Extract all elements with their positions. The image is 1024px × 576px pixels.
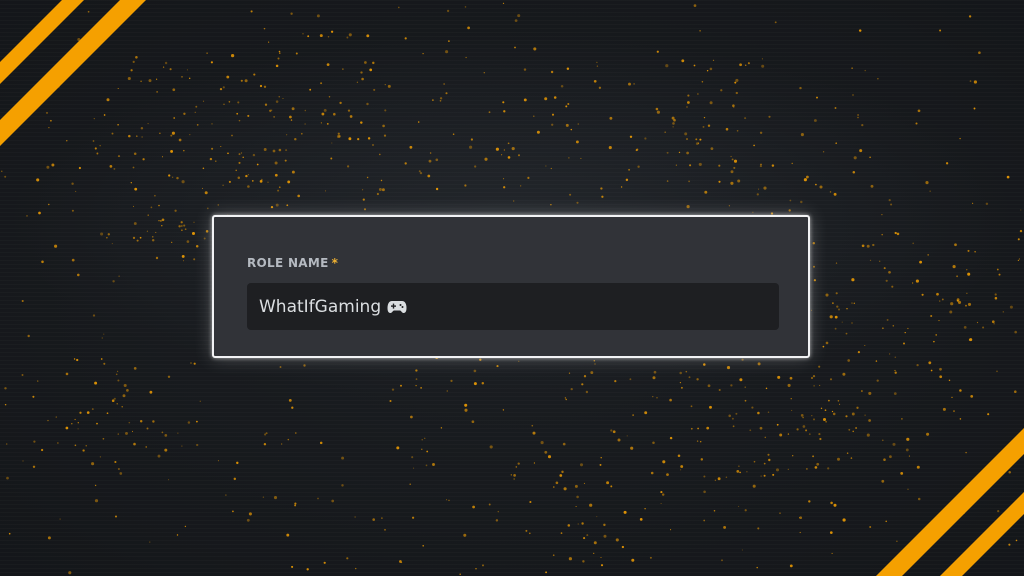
top-left-stripes <box>0 0 146 146</box>
role-name-card: ROLE NAME * WhatIfGaming <box>212 215 810 358</box>
role-name-label-text: ROLE NAME <box>247 256 329 270</box>
bottom-right-stripes <box>876 428 1024 576</box>
background: ROLE NAME * WhatIfGaming <box>0 0 1024 576</box>
role-name-label: ROLE NAME * <box>247 256 338 270</box>
required-marker: * <box>331 256 339 270</box>
gamepad-icon <box>387 300 407 313</box>
role-name-input[interactable]: WhatIfGaming <box>247 283 779 330</box>
role-name-value: WhatIfGaming <box>259 296 382 317</box>
